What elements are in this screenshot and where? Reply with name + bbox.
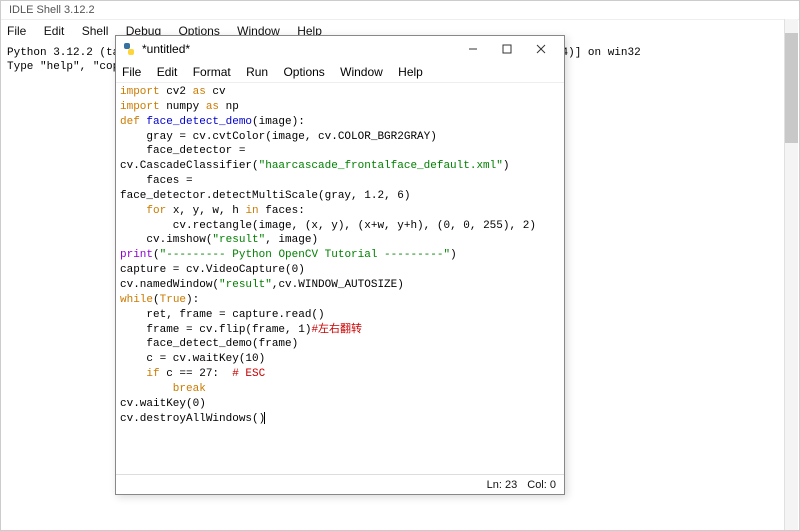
code-token: ) bbox=[404, 190, 411, 202]
code-token: cv2 bbox=[160, 86, 193, 98]
code-token: import bbox=[120, 101, 160, 113]
editor-menu-edit[interactable]: Edit bbox=[157, 65, 178, 79]
code-token: , bbox=[470, 220, 483, 232]
code-token: ( bbox=[153, 294, 160, 306]
code-token: ,cv.WINDOW_AUTOSIZE) bbox=[272, 279, 404, 291]
code-token: ) bbox=[503, 160, 510, 172]
code-token: faces: bbox=[259, 205, 305, 217]
code-token: c = cv.waitKey( bbox=[120, 353, 245, 365]
code-token: cv.CascadeClassifier( bbox=[120, 160, 259, 172]
code-token: 1 bbox=[298, 324, 305, 336]
status-col: Col: 0 bbox=[527, 479, 556, 491]
code-token: #左右翻转 bbox=[311, 324, 362, 336]
editor-statusbar: Ln: 23 Col: 0 bbox=[116, 474, 564, 494]
code-token: 1.2 bbox=[364, 190, 384, 202]
code-token: face_detect_demo(frame) bbox=[120, 338, 298, 350]
code-token: ) bbox=[298, 264, 305, 276]
code-token: ) bbox=[199, 398, 206, 410]
code-token: x, y, w, h bbox=[166, 205, 245, 217]
code-token: ): bbox=[186, 294, 199, 306]
code-token: cv.waitKey( bbox=[120, 398, 193, 410]
shell-scrollbar-thumb[interactable] bbox=[785, 33, 798, 143]
code-token: ) bbox=[450, 249, 457, 261]
code-token: "result" bbox=[219, 279, 272, 291]
code-token: faces = bbox=[120, 175, 193, 187]
code-token: face_detector = bbox=[120, 145, 245, 157]
code-token: : bbox=[212, 368, 232, 380]
code-token: ) bbox=[529, 220, 536, 232]
status-line: Ln: 23 bbox=[487, 479, 518, 491]
editor-menu-format[interactable]: Format bbox=[193, 65, 231, 79]
code-token: np bbox=[219, 101, 239, 113]
shell-title: IDLE Shell 3.12.2 bbox=[1, 1, 799, 20]
code-token: as bbox=[206, 101, 219, 113]
editor-menubar: File Edit Format Run Options Window Help bbox=[116, 62, 564, 83]
code-token: import bbox=[120, 86, 160, 98]
code-token: "result" bbox=[212, 234, 265, 246]
code-token: ret, frame = capture.read() bbox=[120, 309, 325, 321]
code-token: 27 bbox=[199, 368, 212, 380]
shell-line-2: Type "help", "copyr bbox=[7, 61, 132, 73]
code-token: face_detector.detectMultiScale(gray, bbox=[120, 190, 364, 202]
code-token: cv.imshow( bbox=[120, 234, 212, 246]
code-token: ), bbox=[503, 220, 523, 232]
code-token: as bbox=[193, 86, 206, 98]
close-button[interactable] bbox=[524, 38, 558, 60]
code-token: print bbox=[120, 249, 153, 261]
code-token: 0 bbox=[463, 220, 470, 232]
code-token: numpy bbox=[160, 101, 206, 113]
code-token: for bbox=[120, 205, 166, 217]
editor-menu-window[interactable]: Window bbox=[340, 65, 383, 79]
code-token: , image) bbox=[265, 234, 318, 246]
code-token: cv bbox=[206, 86, 226, 98]
code-token: ) bbox=[259, 353, 266, 365]
code-token: ( bbox=[153, 249, 160, 261]
code-token: def bbox=[120, 116, 140, 128]
editor-menu-file[interactable]: File bbox=[122, 65, 141, 79]
code-token: break bbox=[120, 383, 206, 395]
code-editor[interactable]: import cv2 as cv import numpy as np def … bbox=[116, 83, 564, 474]
code-token: frame = cv.flip(frame, bbox=[120, 324, 298, 336]
code-token: "haarcascade_frontalface_default.xml" bbox=[259, 160, 503, 172]
code-token: , bbox=[450, 220, 463, 232]
idle-editor-window: *untitled* File Edit Format Run Options … bbox=[115, 35, 565, 495]
code-token: 6 bbox=[397, 190, 404, 202]
editor-title: *untitled* bbox=[142, 42, 190, 56]
code-token: 10 bbox=[245, 353, 258, 365]
maximize-button[interactable] bbox=[490, 38, 524, 60]
minimize-button[interactable] bbox=[456, 38, 490, 60]
code-token: 255 bbox=[483, 220, 503, 232]
editor-menu-run[interactable]: Run bbox=[246, 65, 268, 79]
editor-titlebar[interactable]: *untitled* bbox=[116, 36, 564, 62]
shell-menu-file[interactable]: File bbox=[7, 24, 26, 38]
code-token: capture = cv.VideoCapture( bbox=[120, 264, 292, 276]
python-icon bbox=[122, 42, 136, 56]
code-token: "--------- Python OpenCV Tutorial ------… bbox=[160, 249, 450, 261]
shell-scrollbar[interactable] bbox=[784, 19, 798, 530]
code-token: True bbox=[160, 294, 186, 306]
editor-menu-options[interactable]: Options bbox=[283, 65, 324, 79]
code-token: c == bbox=[160, 368, 200, 380]
code-token: (image): bbox=[252, 116, 305, 128]
code-token: face_detect_demo bbox=[140, 116, 252, 128]
code-token: cv.destroyAllWindows() bbox=[120, 413, 265, 425]
code-token: cv.rectangle(image, (x, y), (x+w, y+h), … bbox=[120, 220, 443, 232]
text-cursor bbox=[264, 412, 265, 424]
code-token: , bbox=[384, 190, 397, 202]
code-token: while bbox=[120, 294, 153, 306]
editor-menu-help[interactable]: Help bbox=[398, 65, 423, 79]
code-token: if bbox=[120, 368, 160, 380]
code-token: cv.namedWindow( bbox=[120, 279, 219, 291]
shell-menu-edit[interactable]: Edit bbox=[44, 24, 65, 38]
code-token: # ESC bbox=[232, 368, 265, 380]
shell-menu-shell[interactable]: Shell bbox=[82, 24, 109, 38]
code-token: in bbox=[245, 205, 258, 217]
code-token: gray = cv.cvtColor(image, cv.COLOR_BGR2G… bbox=[120, 131, 437, 143]
